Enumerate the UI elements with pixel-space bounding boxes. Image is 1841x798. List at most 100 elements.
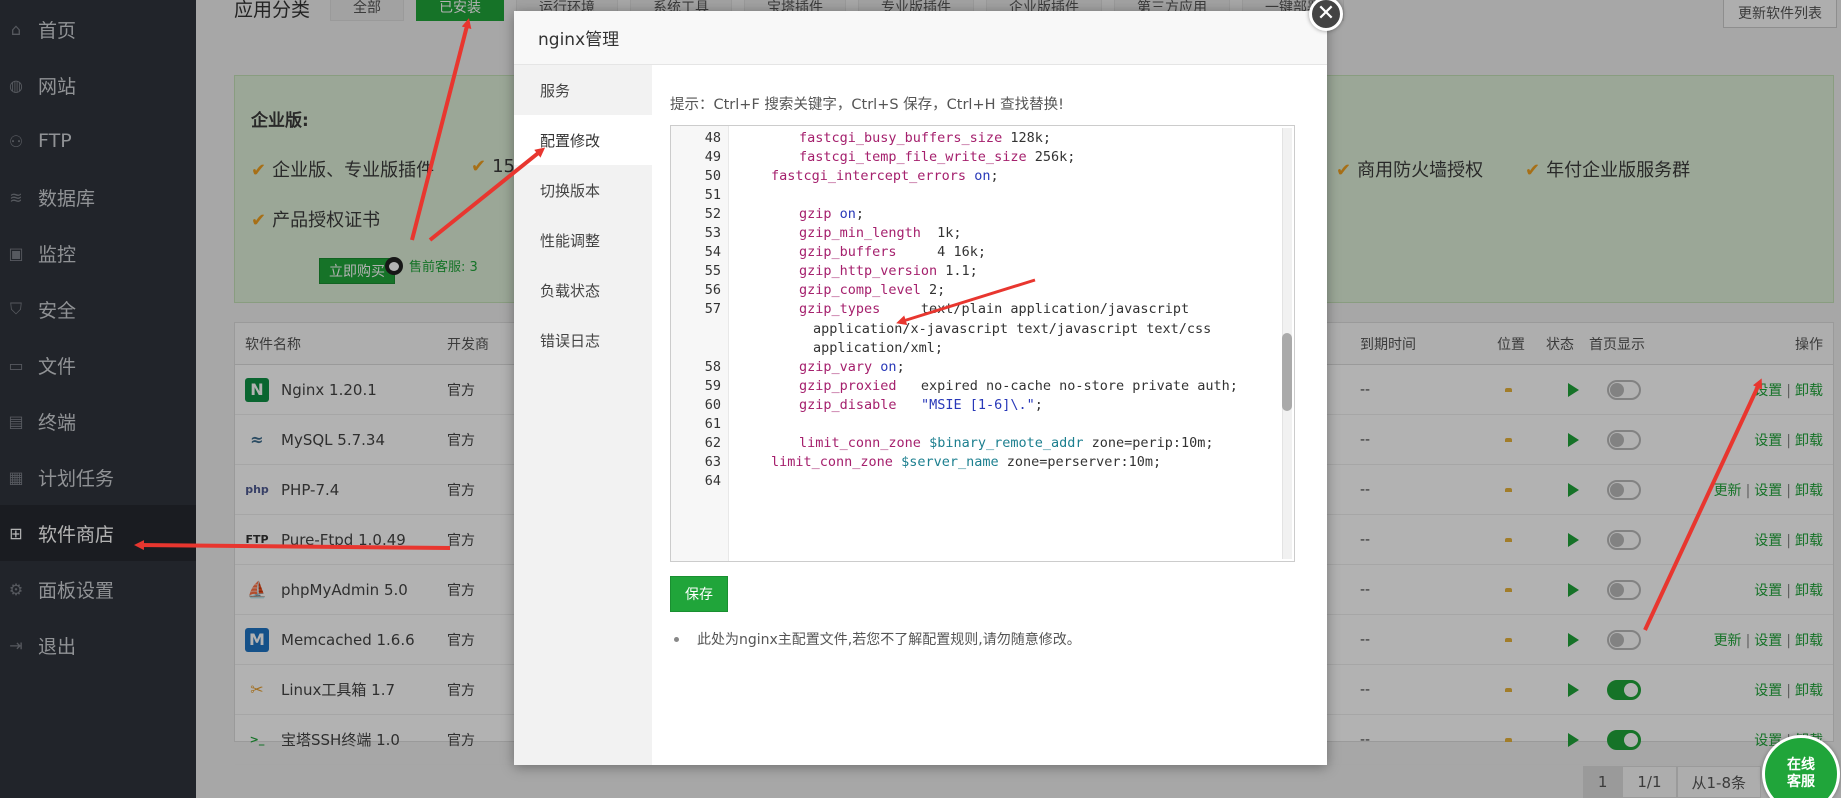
editor-scroll-thumb[interactable] [1282,333,1292,411]
code-line: 56 gzip_comp_level 2; [671,281,946,300]
line-number: 52 [704,205,721,222]
code-token: 4 16k; [896,244,986,261]
code-token: ; [896,358,905,375]
dialog-title: nginx管理 [514,11,1327,65]
code-line: 50 fastcgi_intercept_errors on; [671,166,999,185]
code-token: text/plain application/javascript [880,301,1190,318]
line-number: 53 [704,225,721,241]
line-number: 50 [704,167,721,184]
line-number: 63 [704,454,721,471]
code-token: gzip_proxied [799,377,897,394]
code-line: 51 [671,185,721,204]
dialog-nav-item-1[interactable]: 配置修改 [514,115,652,165]
code-token: zone=perserver:10m; [998,454,1162,471]
code-token: fastcgi_temp_file_write_size [799,148,1027,165]
code-token: gzip_comp_level [799,282,921,299]
line-number: 61 [704,416,721,432]
code-line: 62 limit_conn_zone $binary_remote_addr zo… [671,434,1214,453]
line-number: 62 [704,435,721,452]
code-token: limit_conn_zone [771,454,893,471]
dialog-nav-item-4[interactable]: 负载状态 [514,265,652,315]
code-text: gzip_types text/plain application/javasc… [799,301,1189,317]
code-text: fastcgi_intercept_errors on; [771,168,999,184]
code-line: 63 limit_conn_zone $server_name zone=pers… [671,453,1161,472]
code-line: application/xml; [671,338,943,357]
code-token: gzip_disable [799,396,897,413]
code-text: gzip on; [799,206,864,222]
code-line: 64 [671,472,721,491]
code-line: 60 gzip_disable "MSIE [1-6]\."; [671,395,1043,414]
online-line1: 在线 [1787,757,1815,774]
config-editor[interactable]: 48 fastcgi_busy_buffers_size 128k; 49 fastc… [670,125,1295,562]
code-line: 48 fastcgi_busy_buffers_size 128k; [671,128,1051,147]
code-text: gzip_http_version 1.1; [799,263,978,279]
dialog-nav-item-3[interactable]: 性能调整 [514,215,652,265]
editor-scrollbar[interactable] [1282,128,1292,559]
code-token: 128k; [1002,129,1051,146]
code-token: $server_name [901,454,999,471]
code-token: application/xml; [813,339,944,356]
code-line: 52 gzip on; [671,204,864,223]
code-text: gzip_proxied expired no-cache no-store p… [799,378,1238,394]
code-token: on [974,167,991,184]
code-line: application/x-javascript text/javascript… [671,319,1211,338]
code-token: ; [1034,396,1043,413]
line-number: 64 [704,473,721,490]
code-token: fastcgi_intercept_errors [771,167,967,184]
dialog-nav-item-5[interactable]: 错误日志 [514,315,652,365]
code-token: ; [990,167,999,184]
line-number: 57 [704,301,721,318]
code-token: gzip [799,205,832,222]
code-token: gzip_buffers [799,244,897,261]
code-line: 49 fastcgi_temp_file_write_size 256k; [671,147,1076,166]
config-note: 此处为nginx主配置文件,若您不了解配置规则,请勿随意修改。 [674,629,1081,649]
save-button[interactable]: 保存 [670,576,728,612]
line-number: 54 [704,244,721,261]
line-number: 59 [704,377,721,394]
code-token: 1k; [920,225,962,241]
editor-tip: 提示：Ctrl+F 搜索关键字，Ctrl+S 保存，Ctrl+H 查找替换! [670,97,1064,113]
code-text: limit_conn_zone $binary_remote_addr zone… [799,435,1214,451]
dialog-nav-item-2[interactable]: 切换版本 [514,165,652,215]
code-text: gzip_buffers 4 16k; [799,244,986,260]
code-line: 59 gzip_proxied expired no-cache no-store… [671,376,1238,395]
code-token: limit_conn_zone [799,435,921,452]
code-text: limit_conn_zone $server_name zone=perser… [771,454,1161,470]
code-token: 2; [920,282,946,299]
code-text: fastcgi_busy_buffers_size 128k; [799,130,1051,146]
dialog-nav: 服务 配置修改 切换版本 性能调整 负载状态 错误日志 [514,65,652,765]
code-token: application/x-javascript text/javascript… [813,320,1212,337]
code-text: gzip_disable "MSIE [1-6]\."; [799,397,1043,413]
code-text: fastcgi_temp_file_write_size 256k; [799,149,1075,165]
code-line: 58 gzip_vary on; [671,357,905,376]
line-number: 55 [704,263,721,280]
line-number: 58 [704,358,721,375]
code-token: gzip_vary [799,358,873,375]
code-text: gzip_vary on; [799,359,905,375]
code-text: application/xml; [813,340,943,356]
code-token: gzip_http_version [799,263,938,280]
code-token: gzip_types [799,301,881,318]
code-line: 61 [671,415,721,434]
line-number: 49 [704,148,721,165]
bullet-icon [674,636,679,642]
online-line2: 客服 [1787,774,1815,790]
code-text: gzip_comp_level 2; [799,282,945,298]
line-number: 48 [704,129,721,146]
code-text: application/x-javascript text/javascript… [813,321,1211,337]
code-token: gzip_min_length [799,225,921,241]
line-number: 51 [704,186,721,203]
line-number: 56 [704,282,721,299]
code-line: 54 gzip_buffers 4 16k; [671,243,986,262]
code-token: on [880,358,897,375]
dialog-nav-item-0[interactable]: 服务 [514,65,652,115]
dialog-body: 提示：Ctrl+F 搜索关键字，Ctrl+S 保存，Ctrl+H 查找替换! 4… [652,65,1327,765]
code-text: gzip_min_length 1k; [799,225,962,241]
code-token: $binary_remote_addr [929,435,1084,452]
code-token: 1.1; [937,263,978,280]
code-token: ; [855,205,865,222]
